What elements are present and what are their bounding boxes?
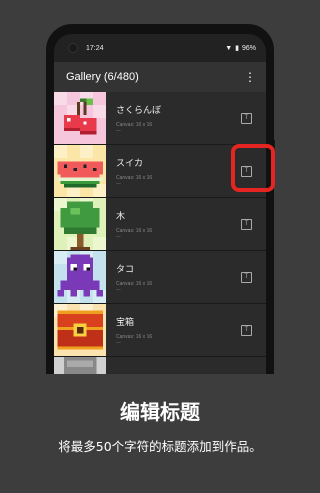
- list-item[interactable]: さくらんぼ Canvas: 16 x 16 — T: [54, 92, 266, 145]
- highlight-box: [231, 144, 275, 192]
- wifi-icon: ▼: [225, 44, 233, 52]
- edit-title-icon[interactable]: T: [241, 112, 252, 124]
- item-title: 木: [116, 211, 126, 222]
- item-title: スイカ: [116, 158, 144, 169]
- list-item[interactable]: 石碑: [54, 357, 266, 374]
- octopus-thumbnail: [54, 251, 106, 303]
- caption-subtitle: 将最多50个字符的标题添加到作品。: [58, 439, 262, 454]
- status-bar: 17:24 ▼ ▮ 96%: [54, 34, 266, 62]
- item-extra: —: [116, 339, 121, 346]
- camera-icon: [68, 43, 78, 53]
- phone-frame: 17:24 ▼ ▮ 96% Gallery (6/480) ⋮ さくらんぼ Ca…: [46, 24, 274, 374]
- cherry-thumbnail: [54, 92, 106, 144]
- edit-title-icon[interactable]: T: [241, 218, 252, 230]
- phone-screen: 17:24 ▼ ▮ 96% Gallery (6/480) ⋮ さくらんぼ Ca…: [54, 34, 266, 374]
- treasure-chest-thumbnail: [54, 304, 106, 356]
- item-extra: —: [116, 127, 121, 134]
- list-item[interactable]: 宝箱 Canvas: 16 x 16 — T: [54, 304, 266, 357]
- gallery-title: Gallery (6/480): [66, 71, 139, 83]
- app-bar: Gallery (6/480) ⋮: [54, 62, 266, 92]
- item-extra: —: [116, 233, 121, 240]
- item-title: 石碑: [116, 374, 266, 375]
- battery-level: 96%: [241, 44, 256, 52]
- edit-title-icon[interactable]: T: [241, 271, 252, 283]
- item-extra: —: [116, 180, 121, 187]
- more-menu-icon[interactable]: ⋮: [244, 71, 256, 83]
- item-title: さくらんぼ: [116, 105, 162, 116]
- status-time: 17:24: [86, 44, 104, 52]
- watermelon-thumbnail: [54, 145, 106, 197]
- edit-title-icon[interactable]: T: [241, 324, 252, 336]
- gallery-list: さくらんぼ Canvas: 16 x 16 — T スイカ Canvas: 16…: [54, 92, 266, 374]
- item-title: タコ: [116, 264, 135, 275]
- item-extra: —: [116, 286, 121, 293]
- list-item[interactable]: 木 Canvas: 16 x 16 — T: [54, 198, 266, 251]
- item-title: 宝箱: [116, 317, 135, 328]
- caption-title: 编辑标题: [120, 400, 200, 424]
- battery-icon: ▮: [235, 45, 239, 52]
- stone-monument-thumbnail: [54, 357, 106, 374]
- tree-thumbnail: [54, 198, 106, 250]
- list-item[interactable]: タコ Canvas: 16 x 16 — T: [54, 251, 266, 304]
